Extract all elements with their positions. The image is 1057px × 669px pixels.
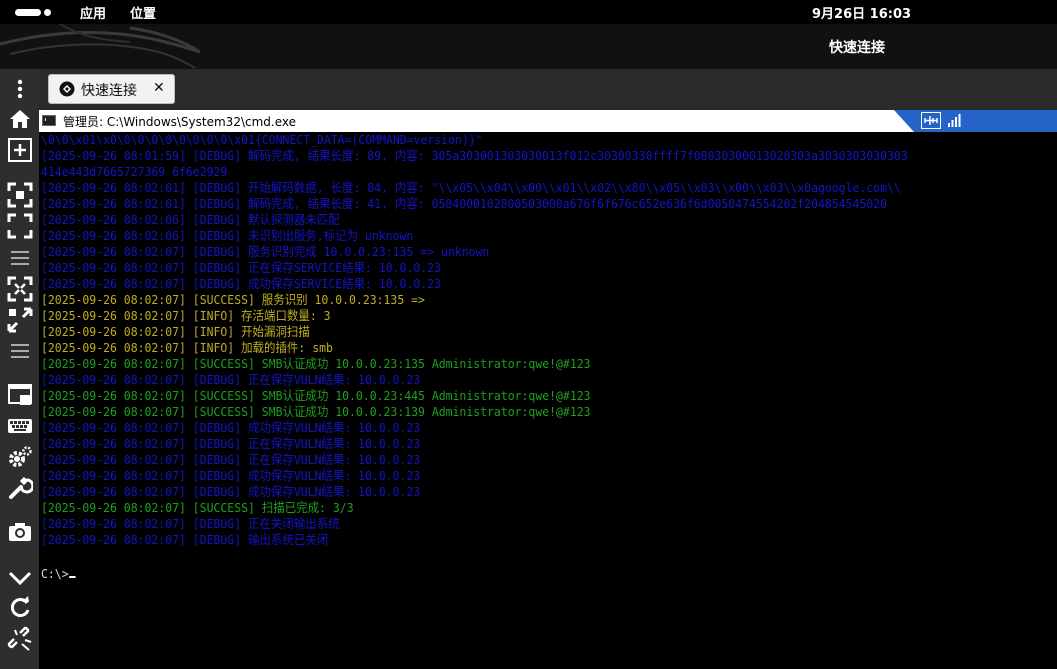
window-switch-icon[interactable] xyxy=(7,382,33,408)
console-output[interactable]: \0\0\x01\x0\0\0\0\0\0\0\0\0\x01{CONNECT_… xyxy=(39,132,1057,669)
chevron-down-icon[interactable] xyxy=(7,564,33,590)
clock[interactable]: 9月26日 16:03 xyxy=(812,3,911,22)
tab-strip: 快速连接 ✕ xyxy=(39,69,1057,110)
console-line: [2025-09-26 08:02:07] [DEBUG] 正在关闭输出系统 xyxy=(41,516,340,531)
console-line: [2025-09-26 08:02:06] [DEBUG] 未识别出服务,标记为… xyxy=(41,228,414,243)
cmd-window-titlebar[interactable]: 管理员: C:\Windows\System32\cmd.exe xyxy=(39,110,1057,132)
menu-icon[interactable] xyxy=(7,245,33,271)
tab-quick-connect[interactable]: 快速连接 ✕ xyxy=(48,74,175,104)
fit-screen-icon[interactable] xyxy=(7,213,33,239)
console-line: [2025-09-26 08:02:01] [DEBUG] 解码完成, 结果长度… xyxy=(41,196,887,211)
left-toolbar xyxy=(0,69,39,669)
expand-icon[interactable] xyxy=(7,307,33,333)
disconnect-icon[interactable] xyxy=(7,626,33,652)
header-title: 快速连接 xyxy=(829,40,885,56)
activities-icon[interactable] xyxy=(15,9,41,16)
console-line: [2025-09-26 08:02:07] [INFO] 加载的插件: smb xyxy=(41,340,333,355)
console-line: [2025-09-26 08:02:07] [SUCCESS] SMB认证成功 … xyxy=(41,388,591,403)
console-line: [2025-09-26 08:01:59] [DEBUG] 解码完成, 结果长度… xyxy=(41,148,908,163)
console-line: [2025-09-26 08:02:07] [DEBUG] 成功保存SERVIC… xyxy=(41,276,441,291)
connection-bar xyxy=(894,110,1057,132)
refresh-icon[interactable] xyxy=(7,595,33,621)
add-window-icon[interactable] xyxy=(7,137,33,163)
prompt-text: C:\> xyxy=(41,566,69,581)
pin-icon[interactable] xyxy=(921,112,941,129)
home-icon[interactable] xyxy=(7,106,33,132)
places-menu[interactable]: 位置 xyxy=(130,3,156,22)
text-cursor xyxy=(69,576,76,578)
console-line: [2025-09-26 08:02:07] [SUCCESS] 服务识别 10.… xyxy=(41,292,425,307)
cmd-window-title: 管理员: C:\Windows\System32\cmd.exe xyxy=(63,115,296,129)
menu-icon-2[interactable] xyxy=(7,338,33,364)
remote-desktop-icon xyxy=(59,81,75,97)
tools-icon[interactable] xyxy=(7,475,33,501)
fullscreen-icon[interactable] xyxy=(7,182,33,208)
signal-strength-icon xyxy=(948,114,961,127)
console-line: 414e443d7665727369 6f6e2929 xyxy=(41,164,228,179)
console-line: [2025-09-26 08:02:07] [DEBUG] 正在保存VULN结果… xyxy=(41,452,421,467)
console-line: [2025-09-26 08:02:07] [SUCCESS] 扫描已完成: 3… xyxy=(41,500,354,515)
console-line: [2025-09-26 08:02:07] [DEBUG] 正在保存SERVIC… xyxy=(41,260,441,275)
console-line: [2025-09-26 08:02:07] [DEBUG] 成功保存VULN结果… xyxy=(41,420,421,435)
command-prompt[interactable]: C:\> xyxy=(41,566,76,582)
more-icon[interactable] xyxy=(7,76,33,102)
console-line: [2025-09-26 08:02:07] [DEBUG] 服务识别完成 10.… xyxy=(41,244,490,259)
cmd-icon xyxy=(42,115,56,126)
keyboard-icon[interactable] xyxy=(7,413,33,439)
console-line: [2025-09-26 08:02:07] [DEBUG] 成功保存VULN结果… xyxy=(41,484,421,499)
camera-icon[interactable] xyxy=(7,519,33,545)
console-line: [2025-09-26 08:02:07] [SUCCESS] SMB认证成功 … xyxy=(41,356,591,371)
activities-dot-icon xyxy=(44,9,51,16)
tab-close-icon[interactable]: ✕ xyxy=(153,80,165,96)
console-line: [2025-09-26 08:02:07] [DEBUG] 成功保存VULN结果… xyxy=(41,468,421,483)
console-line: [2025-09-26 08:02:07] [DEBUG] 输出系统已关闭 xyxy=(41,532,329,547)
settings-icon[interactable] xyxy=(7,444,33,470)
console-line: [2025-09-26 08:02:07] [DEBUG] 正在保存VULN结果… xyxy=(41,436,421,451)
console-line: [2025-09-26 08:02:07] [DEBUG] 正在保存VULN结果… xyxy=(41,372,421,387)
console-line: \0\0\x01\x0\0\0\0\0\0\0\0\0\x01{CONNECT_… xyxy=(41,132,483,147)
console-line: [2025-09-26 08:02:06] [DEBUG] 默认探测器未匹配 xyxy=(41,212,340,227)
app-header: 快速连接 xyxy=(0,24,1057,69)
shrink-icon[interactable] xyxy=(7,276,33,302)
dragon-logo-background xyxy=(0,24,201,69)
console-line: [2025-09-26 08:02:07] [SUCCESS] SMB认证成功 … xyxy=(41,404,591,419)
console-line: [2025-09-26 08:02:01] [DEBUG] 开始解码数据, 长度… xyxy=(41,180,901,195)
tab-label: 快速连接 xyxy=(81,83,137,99)
console-line: [2025-09-26 08:02:07] [INFO] 存活端口数量: 3 xyxy=(41,308,331,323)
applications-menu[interactable]: 应用 xyxy=(80,3,106,22)
console-line: [2025-09-26 08:02:07] [INFO] 开始漏洞扫描 xyxy=(41,324,310,339)
system-top-bar: 应用 位置 9月26日 16:03 xyxy=(0,0,1057,24)
